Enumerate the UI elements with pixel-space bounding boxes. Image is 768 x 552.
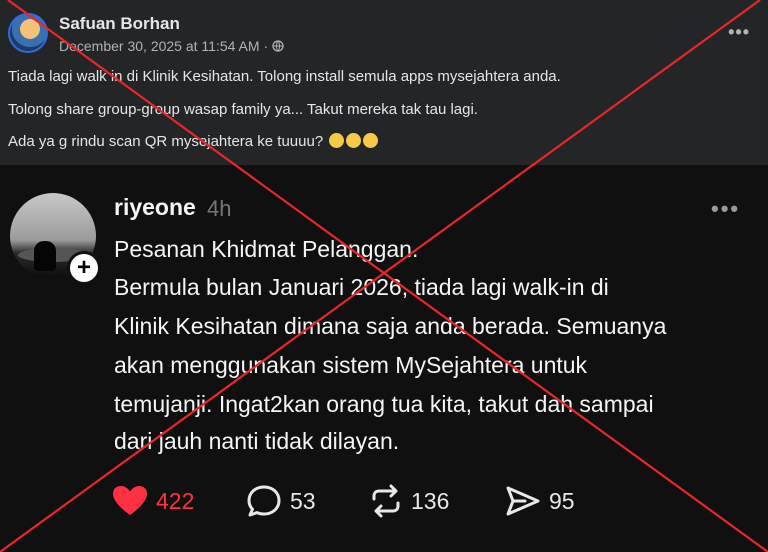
meta-separator: · (263, 38, 269, 54)
post-text-line: Tiada lagi walk in di Klinik Kesihatan. … (8, 68, 561, 85)
avatar-person-silhouette (34, 241, 56, 271)
threads-text-line: akan menggunakan sistem MySejahtera untu… (114, 352, 588, 378)
post-meta: December 30, 2025 at 11:54 AM · (59, 38, 284, 54)
threads-time-ago: 4h (207, 196, 232, 221)
post-text-line: Ada ya g rindu scan QR mysejahtera ke tu… (8, 133, 379, 150)
threads-more-icon[interactable]: ••• (711, 196, 740, 222)
laughing-emoji-icon (329, 133, 345, 148)
threads-text-line: temujanji. Ingat2kan orang tua kita, tak… (114, 391, 654, 417)
follow-plus-button[interactable]: + (67, 251, 101, 285)
author-avatar[interactable] (8, 13, 48, 53)
globe-icon (272, 40, 284, 52)
threads-text-line: Pesanan Khidmat Pelanggan. (114, 236, 419, 262)
comment-count: 53 (290, 487, 316, 514)
threads-text-line: Klinik Kesihatan dimana saja anda berada… (114, 313, 667, 339)
repost-button[interactable]: 136 (369, 483, 449, 519)
send-icon (506, 486, 540, 516)
facebook-post: Safuan Borhan December 30, 2025 at 11:54… (0, 0, 768, 165)
post-timestamp[interactable]: December 30, 2025 at 11:54 AM (59, 38, 260, 54)
comment-bubble-icon (247, 485, 281, 517)
author-name[interactable]: Safuan Borhan (59, 14, 180, 34)
post-text-line: Tolong share group-group wasap family ya… (8, 101, 478, 118)
repost-icon (372, 484, 400, 518)
threads-text-line: dari jauh nanti tidak dilayan. (114, 428, 400, 454)
flushed-emoji-icon (363, 133, 379, 148)
heart-icon (113, 486, 147, 515)
flushed-emoji-icon (346, 133, 362, 148)
repost-count: 136 (411, 487, 450, 514)
share-button[interactable]: 95 (505, 483, 575, 519)
more-dots-icon[interactable]: ••• (728, 22, 750, 43)
threads-username[interactable]: riyeone (114, 194, 196, 221)
comment-button[interactable]: 53 (246, 483, 316, 519)
threads-text-line: Bermula bulan Januari 2026, tiada lagi w… (114, 274, 609, 300)
share-count: 95 (549, 487, 575, 514)
like-button[interactable]: 422 (112, 483, 194, 519)
like-count: 422 (156, 487, 195, 514)
